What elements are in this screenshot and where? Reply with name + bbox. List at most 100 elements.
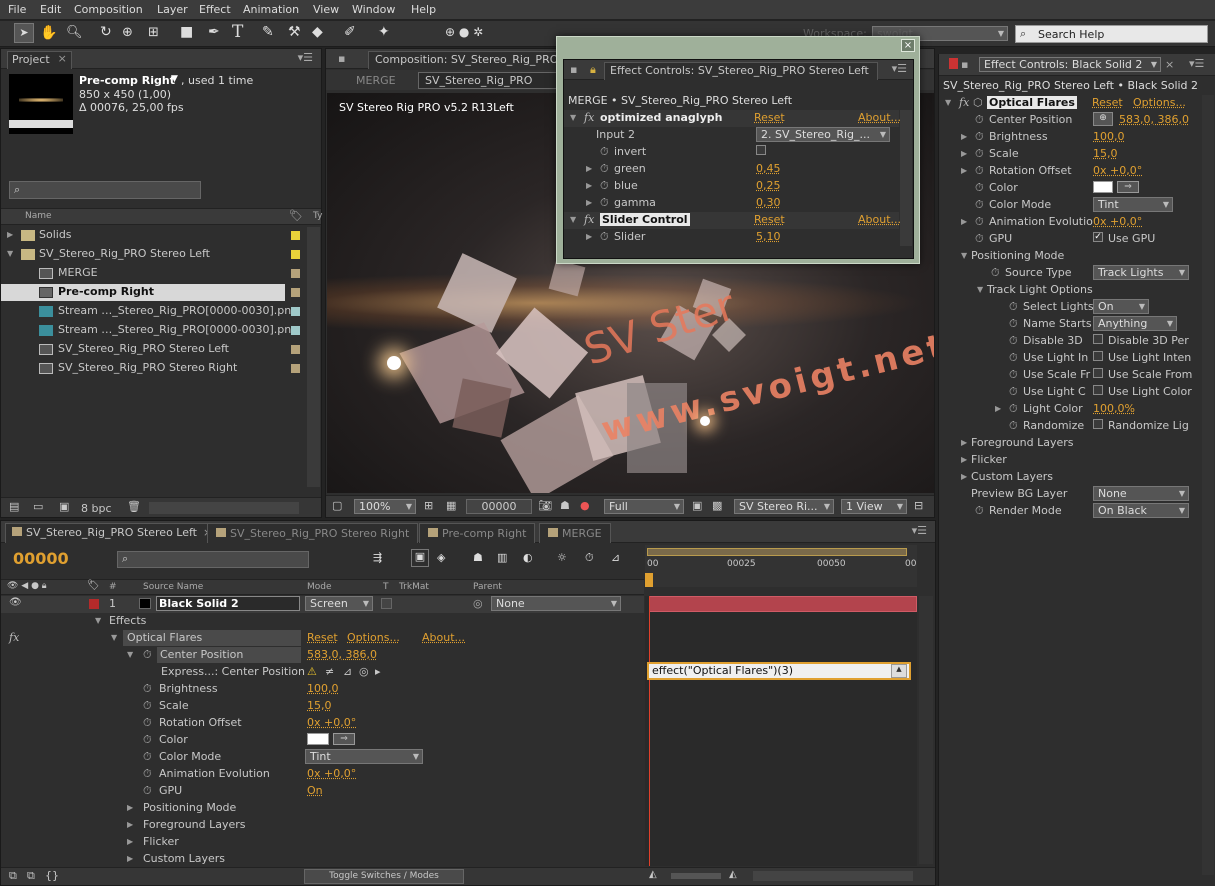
comp-tab[interactable]: Composition: SV_Stereo_Rig_PRO — [368, 51, 566, 69]
column-trkmat[interactable]: TrkMat — [399, 582, 429, 592]
stopwatch-icon[interactable]: ⏱︎ — [975, 215, 984, 229]
axis-mode-icon[interactable]: ⊕ ● ✲ — [445, 25, 483, 39]
layer-duration-bar[interactable] — [649, 596, 917, 612]
expand-layer-switches-icon[interactable]: ⧉ — [9, 869, 17, 883]
eraser-tool-icon[interactable]: ◆ — [312, 24, 323, 40]
about-link[interactable]: About... — [422, 631, 465, 644]
column-t[interactable]: T — [383, 582, 389, 592]
use-light-color-checkbox[interactable] — [1093, 385, 1103, 395]
stopwatch-icon[interactable]: ⏱︎ — [600, 145, 609, 159]
expand-icon[interactable]: ▶ — [961, 132, 967, 141]
horizontal-scrollbar[interactable] — [149, 502, 299, 514]
hide-shy-icon[interactable]: ☗ — [473, 551, 483, 564]
effect-row[interactable]: ▼ fx ⬡ Optical Flares Reset Options... — [939, 95, 1201, 112]
expand-icon[interactable]: ▶ — [961, 149, 967, 158]
pan-behind-tool-icon[interactable]: ⊞ — [148, 25, 159, 40]
collapse-icon[interactable]: ▼ — [945, 98, 951, 107]
lock-icon[interactable] — [949, 58, 958, 69]
crosshair-icon[interactable]: ⊕ — [1093, 112, 1113, 126]
zoom-tool-icon[interactable]: 🔍︎ — [66, 25, 83, 40]
collapse-icon[interactable]: ▼ — [570, 215, 576, 224]
current-time-indicator[interactable] — [645, 573, 653, 587]
stopwatch-icon[interactable]: ⏱︎ — [975, 232, 984, 246]
expand-icon[interactable]: ▶ — [7, 230, 13, 239]
reset-link[interactable]: Reset — [754, 111, 785, 124]
list-item[interactable]: Stream …_Stereo_Rig_PRO[0000-0030].png — [1, 322, 321, 339]
close-icon[interactable]: × — [1165, 58, 1174, 71]
blend-mode-select[interactable]: Screen — [305, 596, 373, 611]
expand-icon[interactable]: ▶ — [995, 404, 1001, 413]
expand-icon[interactable]: ▶ — [961, 217, 967, 226]
camera-tool-icon[interactable]: ⊕ — [122, 25, 133, 40]
stopwatch-icon[interactable]: ⏱︎ — [975, 504, 984, 518]
frame-blending-icon[interactable]: ▥ — [497, 551, 507, 564]
collapse-icon[interactable]: ▼ — [977, 285, 983, 294]
stopwatch-icon[interactable]: ⏱︎ — [975, 113, 984, 127]
group-row[interactable]: ▶ Foreground Layers — [1, 817, 644, 834]
view-options-icon[interactable]: ⊟ — [914, 499, 923, 512]
av-features-icon[interactable]: 👁︎ ◀︎ ● 🔒︎ — [7, 581, 47, 591]
timeline-tab[interactable]: SV_Stereo_Rig_PRO Stereo Right — [207, 523, 419, 543]
stopwatch-icon[interactable]: ⏱︎ — [143, 648, 152, 662]
stopwatch-icon[interactable]: ⏱︎ — [1009, 419, 1018, 433]
property-value[interactable]: 0x +0,0° — [307, 767, 356, 780]
color-mode-select[interactable]: Tint — [305, 749, 423, 764]
property-value[interactable]: 0,45 — [756, 162, 781, 175]
stopwatch-icon[interactable]: ⏱︎ — [600, 179, 609, 193]
property-value[interactable]: 0,30 — [756, 196, 781, 209]
timeline-hscroll[interactable] — [753, 871, 913, 881]
grid-icon[interactable]: ▩ — [712, 499, 722, 512]
list-item[interactable]: ▶ Solids — [1, 227, 321, 244]
list-item[interactable]: Stream …_Stereo_Rig_PRO[0000-0030].png — [1, 303, 321, 320]
always-preview-icon[interactable]: ▢ — [332, 499, 342, 512]
label-color-swatch[interactable] — [291, 231, 300, 240]
select-lights-select[interactable]: On — [1093, 299, 1149, 314]
close-icon[interactable]: × — [58, 52, 67, 65]
stopwatch-icon[interactable]: ⏱︎ — [143, 733, 152, 747]
effect-row[interactable]: fx ▼ Optical Flares Reset Options... Abo… — [1, 630, 644, 647]
expand-icon[interactable]: ▶ — [127, 854, 133, 863]
menu-window[interactable]: Window — [352, 3, 395, 16]
color-swatch[interactable] — [307, 733, 329, 745]
property-value[interactable]: 0,25 — [756, 179, 781, 192]
label-color-swatch[interactable] — [291, 364, 300, 373]
group-row[interactable]: ▼ Positioning Mode — [939, 248, 1201, 265]
bpc-label[interactable]: 8 bpc — [81, 502, 112, 515]
selection-tool-icon[interactable]: ➤ — [14, 23, 34, 43]
stopwatch-icon[interactable]: ⏱︎ — [600, 230, 609, 244]
visibility-eye-icon[interactable]: 👁︎ — [9, 597, 22, 608]
column-name-header[interactable]: Name — [25, 211, 52, 221]
padlock-icon[interactable]: ▪ — [961, 58, 968, 71]
eyedropper-icon[interactable]: ⇒ — [1117, 181, 1139, 193]
label-color-swatch[interactable] — [291, 269, 300, 278]
timeline-search[interactable]: ⌕ — [117, 551, 309, 568]
track-area[interactable]: effect("Optical Flares")(3) ▲ — [645, 596, 917, 866]
lock-icon[interactable]: ▪ — [338, 52, 345, 65]
options-link[interactable]: Options... — [347, 631, 400, 644]
menu-effect[interactable]: Effect — [199, 3, 231, 16]
time-ruler[interactable]: 00 00025 00050 00 — [645, 545, 917, 587]
text-tool-icon[interactable]: T — [232, 22, 243, 42]
collapse-icon[interactable]: ▼ — [961, 251, 967, 260]
collapse-icon[interactable]: ▼ — [111, 633, 117, 642]
brush-tool-icon[interactable]: ✎ — [262, 24, 274, 40]
view-layout-select[interactable]: 1 View — [841, 499, 907, 514]
toggle-switches-button[interactable]: Toggle Switches / Modes — [304, 869, 464, 884]
group-row[interactable]: ▶ Positioning Mode — [1, 800, 644, 817]
property-value[interactable]: 0x +0,0° — [1093, 164, 1142, 177]
trash-icon[interactable]: 🗑︎ — [127, 500, 141, 513]
project-search[interactable]: ⌕ — [9, 181, 201, 199]
invert-checkbox[interactable] — [756, 145, 766, 155]
reset-link[interactable]: Reset — [1092, 96, 1123, 109]
property-value[interactable]: 100,0 — [1093, 130, 1125, 143]
about-link[interactable]: About... — [858, 213, 901, 226]
expand-icon[interactable]: ▶ — [127, 820, 133, 829]
subtab-merge[interactable]: MERGE — [356, 74, 396, 87]
expand-icon[interactable]: ▶ — [127, 803, 133, 812]
group-row[interactable]: ▶ Foreground Layers — [939, 435, 1201, 452]
right-tab-select[interactable]: Effect Controls: Black Solid 2 — [979, 57, 1161, 72]
new-composition-icon[interactable]: ▣ — [59, 500, 69, 513]
list-item[interactable]: SV_Stereo_Rig_PRO Stereo Left — [1, 341, 321, 358]
color-mode-select[interactable]: Tint — [1093, 197, 1173, 212]
stopwatch-icon[interactable]: ⏱︎ — [143, 784, 152, 798]
